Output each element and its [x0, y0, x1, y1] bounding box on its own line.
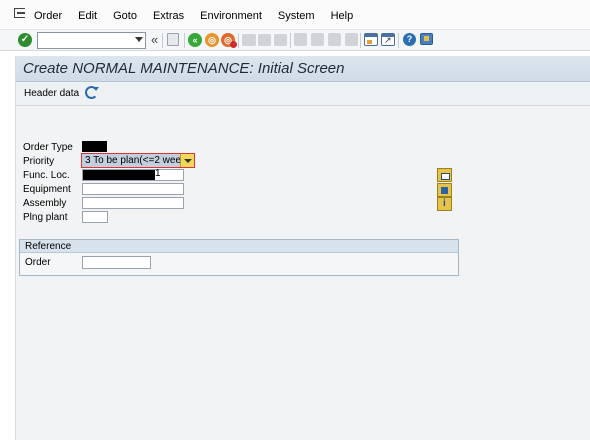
- system-menu-icon[interactable]: [14, 8, 25, 18]
- structure-list-icon[interactable]: [437, 168, 452, 182]
- previous-page-icon[interactable]: [311, 33, 324, 46]
- application-toolbar: Header data: [16, 82, 590, 106]
- left-margin: [0, 51, 15, 440]
- back-icon[interactable]: «: [188, 33, 202, 47]
- save-icon[interactable]: [167, 33, 179, 46]
- header-data-button[interactable]: Header data: [24, 88, 79, 99]
- menu-items: Order Edit Goto Extras Environment Syste…: [34, 10, 369, 22]
- func-loc-redaction: [83, 170, 155, 180]
- toolbar-separator: [162, 33, 163, 48]
- order-type-label: Order Type: [23, 142, 73, 153]
- toolbar-separator: [238, 33, 239, 48]
- priority-label: Priority: [23, 156, 55, 167]
- info-icon[interactable]: [437, 197, 452, 211]
- menu-help[interactable]: Help: [331, 10, 354, 22]
- command-field[interactable]: [37, 32, 146, 49]
- menu-edit[interactable]: Edit: [78, 10, 97, 22]
- find-next-icon[interactable]: [274, 34, 287, 46]
- title-bar: Create NORMAL MAINTENANCE: Initial Scree…: [16, 56, 590, 82]
- func-loc-value-tail: 1: [155, 168, 161, 179]
- menu-environment[interactable]: Environment: [200, 10, 262, 22]
- check-icon[interactable]: ✓: [18, 33, 32, 47]
- assembly-input[interactable]: [82, 197, 184, 209]
- refresh-icon[interactable]: [85, 86, 99, 99]
- hierarchy-icon[interactable]: [437, 183, 452, 197]
- last-page-icon[interactable]: [345, 33, 358, 46]
- equipment-label: Equipment: [23, 184, 71, 195]
- toolbar-separator: [398, 33, 399, 48]
- priority-value: 3 To be plan(<=2 wee: [85, 155, 182, 166]
- print-icon[interactable]: [242, 34, 256, 46]
- page-title: Create NORMAL MAINTENANCE: Initial Scree…: [23, 60, 345, 77]
- menu-order[interactable]: Order: [34, 10, 62, 22]
- reference-title: Reference: [25, 241, 72, 252]
- create-shortcut-icon[interactable]: [381, 33, 395, 46]
- reference-order-input[interactable]: [82, 256, 151, 269]
- toolbar-separator: [184, 33, 185, 48]
- menu-system[interactable]: System: [278, 10, 315, 22]
- next-page-icon[interactable]: [328, 33, 341, 46]
- reference-header: Reference: [20, 240, 458, 253]
- priority-dropdown-icon[interactable]: [180, 154, 194, 167]
- reference-order-label: Order: [25, 257, 51, 268]
- func-loc-label: Func. Loc.: [23, 170, 70, 181]
- toolbar-separator: [290, 33, 291, 48]
- standard-toolbar: ✓ « « ◎ ◎ ?: [0, 29, 590, 51]
- new-session-icon[interactable]: [364, 33, 378, 46]
- plng-plant-label: Plng plant: [23, 212, 68, 223]
- help-icon[interactable]: ?: [403, 33, 416, 46]
- assembly-label: Assembly: [23, 198, 67, 209]
- customize-layout-icon[interactable]: [420, 33, 433, 45]
- reference-group: Reference Order: [19, 239, 459, 276]
- menu-extras[interactable]: Extras: [153, 10, 184, 22]
- main-content: Create NORMAL MAINTENANCE: Initial Scree…: [15, 56, 590, 440]
- find-icon[interactable]: [258, 34, 271, 46]
- menu-goto[interactable]: Goto: [113, 10, 137, 22]
- plng-plant-input[interactable]: [82, 211, 108, 223]
- equipment-input[interactable]: [82, 183, 184, 195]
- priority-select[interactable]: 3 To be plan(<=2 wee: [81, 153, 195, 168]
- cancel-icon[interactable]: ◎: [221, 33, 237, 48]
- exit-icon[interactable]: ◎: [205, 33, 219, 47]
- toolbar-separator: [360, 33, 361, 48]
- menu-bar: Order Edit Goto Extras Environment Syste…: [0, 0, 590, 29]
- command-dropdown-icon[interactable]: [135, 37, 143, 42]
- double-arrow-icon[interactable]: «: [151, 32, 158, 47]
- order-type-input[interactable]: [82, 141, 107, 152]
- first-page-icon[interactable]: [294, 33, 307, 46]
